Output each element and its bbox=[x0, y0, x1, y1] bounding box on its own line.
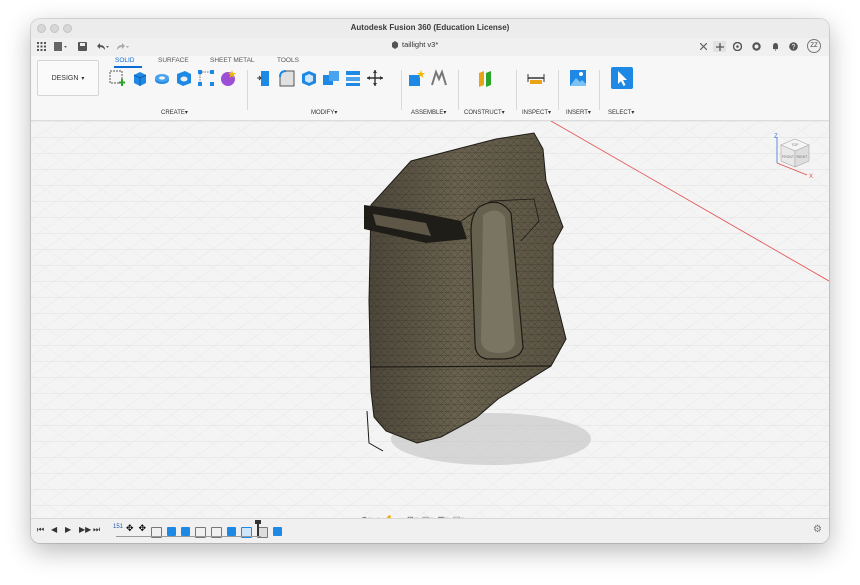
extensions-icon[interactable] bbox=[732, 41, 742, 52]
group-create-label[interactable]: CREATE▾ bbox=[161, 109, 188, 116]
viewcube-right-label[interactable]: RIGHT bbox=[797, 155, 809, 159]
svg-text:?: ? bbox=[791, 44, 795, 51]
new-tab-icon[interactable] bbox=[713, 41, 726, 52]
job-status-icon[interactable] bbox=[751, 41, 761, 52]
extrude-icon[interactable] bbox=[131, 69, 149, 87]
active-tab-indicator bbox=[114, 66, 142, 68]
quick-access-bar: taillight v3* ? ZZ bbox=[31, 38, 829, 57]
viewcube-top-label[interactable]: TOP bbox=[791, 143, 799, 147]
3d-viewport[interactable]: TOP FRONT RIGHT Z X ⊕▾ ⌂ ✋ ⌕ ⊡▾ ▣▾ ▦▾ ▤▾ bbox=[31, 121, 829, 533]
divider bbox=[558, 70, 559, 110]
file-menu-icon[interactable] bbox=[53, 41, 69, 52]
timeline-marker-handle[interactable] bbox=[255, 520, 261, 524]
toolbar-ribbon: DESIGN ▾ SOLID SURFACE SHEET METAL TOOLS… bbox=[31, 56, 829, 121]
redo-icon[interactable] bbox=[115, 41, 131, 52]
pattern-icon[interactable] bbox=[197, 69, 215, 87]
step-back-icon[interactable]: ◀ bbox=[51, 525, 57, 534]
offset-plane-icon[interactable] bbox=[476, 69, 494, 87]
tab-sheet-metal[interactable]: SHEET METAL bbox=[210, 57, 255, 64]
create-sketch-icon[interactable] bbox=[109, 69, 127, 87]
title-bar: Autodesk Fusion 360 (Education License) bbox=[31, 19, 829, 39]
group-assemble-label[interactable]: ASSEMBLE▾ bbox=[411, 109, 446, 116]
insert-image-icon[interactable] bbox=[569, 69, 587, 87]
align-icon[interactable] bbox=[344, 69, 362, 87]
tab-tools[interactable]: TOOLS bbox=[277, 57, 299, 64]
press-pull-icon[interactable] bbox=[256, 69, 274, 87]
select-icon[interactable] bbox=[611, 67, 633, 89]
timeline-bar: ⏮ ◀ ▶ ▶▶ ⏭ 151 ✥ ✥ ⚙ bbox=[31, 518, 829, 543]
window-title: Autodesk Fusion 360 (Education License) bbox=[350, 23, 510, 32]
create-form-icon[interactable] bbox=[219, 69, 237, 87]
document-tab-label: taillight v3* bbox=[402, 40, 439, 49]
step-forward-icon[interactable]: ▶▶ bbox=[79, 525, 91, 534]
play-icon[interactable]: ▶ bbox=[65, 525, 71, 534]
close-tab-icon[interactable] bbox=[699, 41, 708, 52]
divider bbox=[458, 70, 459, 110]
workspace-switcher[interactable]: DESIGN ▾ bbox=[37, 60, 99, 96]
divider bbox=[247, 70, 248, 110]
group-modify-label[interactable]: MODIFY▾ bbox=[311, 109, 337, 116]
undo-icon[interactable] bbox=[95, 41, 111, 52]
timeline-settings-gear-icon[interactable]: ⚙ bbox=[813, 524, 822, 535]
fillet-icon[interactable] bbox=[278, 69, 296, 87]
timeline-extrude-icon[interactable] bbox=[181, 527, 191, 536]
measure-icon[interactable] bbox=[527, 69, 545, 87]
notifications-bell-icon[interactable] bbox=[770, 41, 780, 52]
save-icon[interactable] bbox=[77, 41, 87, 52]
divider bbox=[401, 70, 402, 110]
hole-icon[interactable] bbox=[175, 69, 193, 87]
canvas-svg: TOP FRONT RIGHT Z X bbox=[31, 121, 829, 533]
app-window: Autodesk Fusion 360 (Education License) … bbox=[31, 19, 829, 543]
timeline-extrude-icon[interactable] bbox=[227, 527, 237, 536]
timeline-move-icon[interactable]: ✥ bbox=[139, 523, 147, 534]
joint-icon[interactable] bbox=[430, 69, 448, 87]
group-insert-label[interactable]: INSERT▾ bbox=[566, 109, 591, 116]
tab-solid[interactable]: SOLID bbox=[115, 57, 135, 64]
axis-x-label: X bbox=[809, 174, 813, 180]
help-icon[interactable]: ? bbox=[788, 41, 798, 52]
group-select-label[interactable]: SELECT▾ bbox=[608, 109, 634, 116]
timeline-move-icon[interactable]: ✥ bbox=[126, 523, 134, 534]
chevron-down-icon: ▾ bbox=[81, 75, 85, 82]
axis-z-label: Z bbox=[774, 134, 778, 140]
go-to-end-icon[interactable]: ⏭ bbox=[93, 525, 100, 535]
divider bbox=[516, 70, 517, 110]
group-inspect-label[interactable]: INSPECT▾ bbox=[522, 109, 551, 116]
divider bbox=[599, 70, 600, 110]
timeline-track bbox=[116, 536, 261, 537]
feature-counter: 151 bbox=[113, 524, 124, 530]
new-component-icon[interactable] bbox=[408, 69, 426, 87]
shell-icon[interactable] bbox=[300, 69, 318, 87]
workspace-label: DESIGN bbox=[51, 74, 79, 82]
document-tab[interactable]: taillight v3* bbox=[391, 40, 438, 49]
go-to-start-icon[interactable]: ⏮ bbox=[37, 525, 44, 535]
combine-icon[interactable] bbox=[322, 69, 340, 87]
tab-surface[interactable]: SURFACE bbox=[158, 57, 189, 64]
move-copy-icon[interactable] bbox=[366, 69, 384, 87]
document-icon bbox=[392, 40, 398, 49]
viewcube-front-label[interactable]: FRONT bbox=[782, 155, 795, 159]
user-avatar[interactable]: ZZ bbox=[807, 39, 821, 53]
revolve-icon[interactable] bbox=[153, 69, 171, 87]
apps-grid-icon[interactable] bbox=[35, 41, 47, 52]
timeline-extrude-icon[interactable] bbox=[167, 527, 177, 536]
timeline-combine-icon[interactable] bbox=[273, 527, 283, 536]
group-construct-label[interactable]: CONSTRUCT▾ bbox=[464, 109, 505, 116]
